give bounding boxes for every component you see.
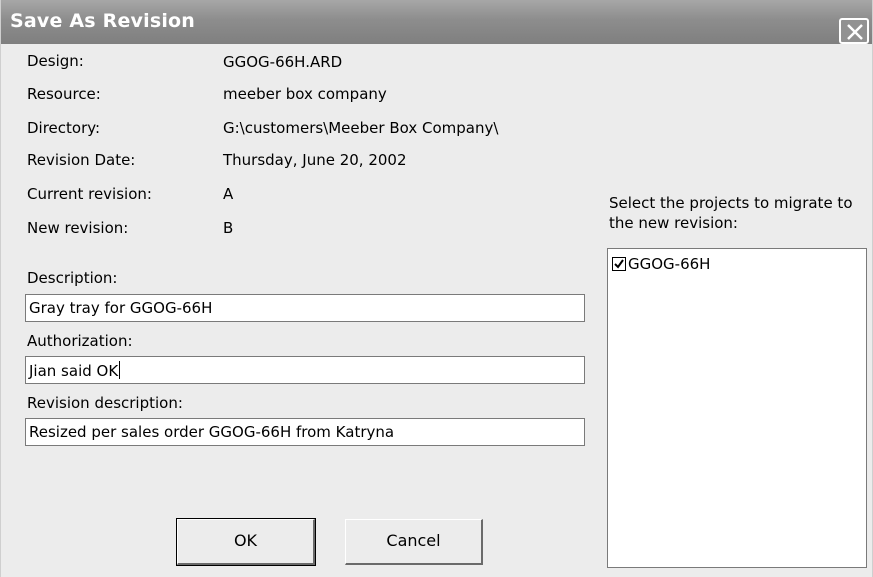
description-label: Description: <box>27 269 118 287</box>
dialog-title: Save As Revision <box>10 10 196 32</box>
current-revision-label: Current revision: <box>27 185 152 203</box>
resource-value: meeber box company <box>223 85 387 103</box>
directory-label: Directory: <box>27 119 101 137</box>
text-caret <box>119 361 121 379</box>
new-revision-value: B <box>223 219 234 237</box>
revision-description-input[interactable]: Resized per sales order GGOG-66H from Ka… <box>25 418 585 446</box>
ok-button[interactable]: OK <box>176 518 316 566</box>
current-revision-value: A <box>223 185 234 203</box>
design-label: Design: <box>27 52 84 70</box>
list-item[interactable]: GGOG-66H <box>612 255 710 273</box>
projects-caption: Select the projects to migrate to the ne… <box>609 194 853 232</box>
directory-value: G:\customers\Meeber Box Company\ <box>223 119 499 137</box>
description-input-value: Gray tray for GGOG-66H <box>29 299 213 317</box>
title-bar[interactable]: Save As Revision <box>1 0 872 44</box>
project-label: GGOG-66H <box>628 255 711 273</box>
checkmark-icon <box>614 259 624 269</box>
authorization-input[interactable]: Jian said OK <box>25 356 585 384</box>
description-input[interactable]: Gray tray for GGOG-66H <box>25 294 585 322</box>
resource-label: Resource: <box>27 85 101 103</box>
close-button[interactable] <box>839 18 869 44</box>
save-as-revision-dialog: Save As Revision Design: GGOG-66H.ARD Re… <box>0 0 873 577</box>
project-checkbox[interactable] <box>612 257 626 271</box>
revision-date-value: Thursday, June 20, 2002 <box>223 151 407 169</box>
revision-description-input-value: Resized per sales order GGOG-66H from Ka… <box>29 423 395 441</box>
projects-listbox[interactable]: GGOG-66H <box>607 248 867 568</box>
authorization-input-value: Jian said OK <box>29 362 119 380</box>
cancel-button[interactable]: Cancel <box>345 519 483 565</box>
revision-description-label: Revision description: <box>27 394 183 412</box>
design-value: GGOG-66H.ARD <box>223 53 343 71</box>
revision-date-label: Revision Date: <box>27 151 136 169</box>
close-icon <box>847 24 863 40</box>
new-revision-label: New revision: <box>27 219 129 237</box>
authorization-label: Authorization: <box>27 332 133 350</box>
